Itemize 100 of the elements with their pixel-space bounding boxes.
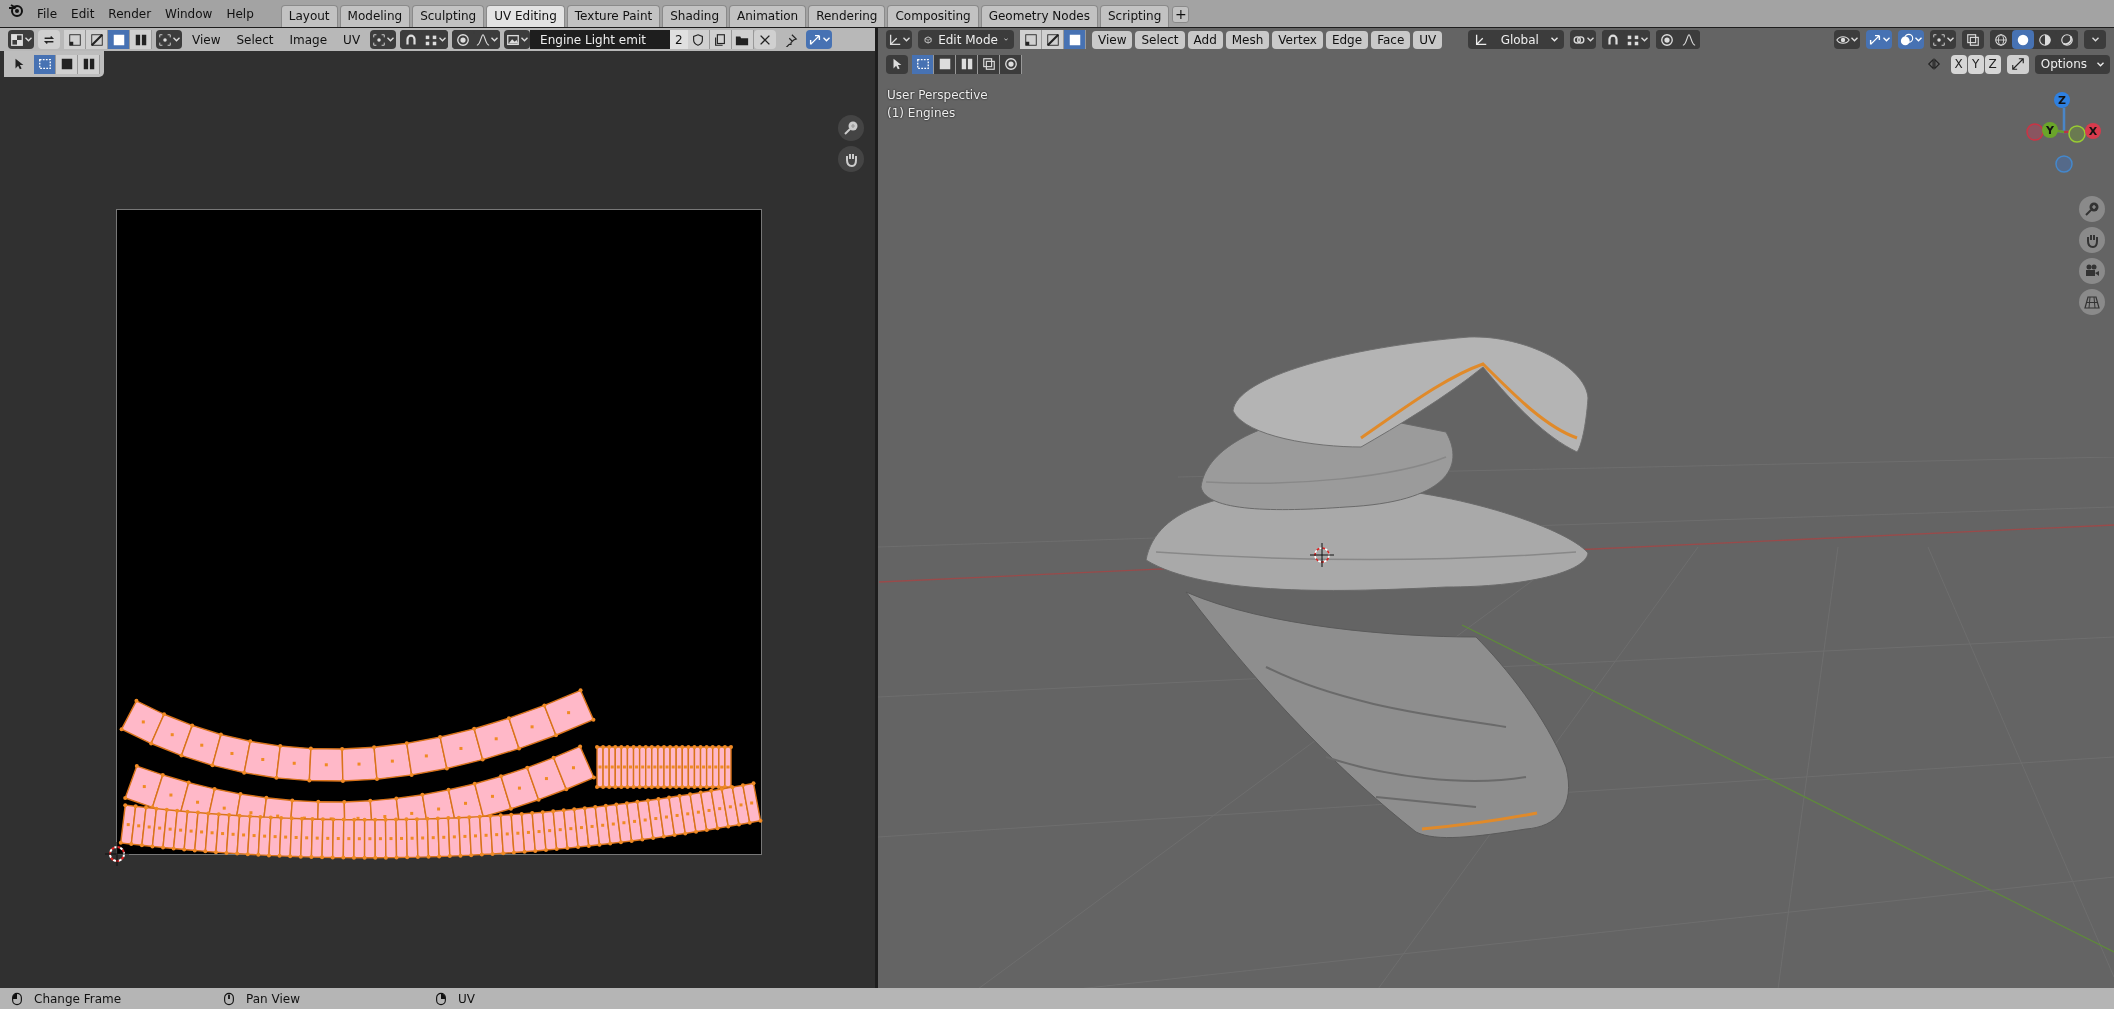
options-dropdown[interactable]: Options [2034,54,2110,74]
zoom-icon [2084,201,2100,217]
menu-item[interactable]: Edge [1325,30,1369,49]
pivot-icon [372,32,387,47]
editor-type-button[interactable] [886,30,912,49]
edge-mode-icon [89,32,104,47]
half-sphere-icon [2038,32,2052,47]
menu-item[interactable]: Render [101,5,159,23]
snap-target-button[interactable] [422,30,449,49]
overlay-button[interactable] [1898,30,1924,49]
workspace-tab[interactable]: Scripting [1099,5,1170,27]
menu-item[interactable]: File [30,5,65,23]
select-mode-button[interactable] [1064,30,1086,49]
workspace-tab[interactable]: Texture Paint [566,5,661,27]
shaded-sphere-icon [2060,32,2074,47]
chevron-icon [2097,61,2104,67]
mode-dropdown[interactable]: Edit Mode [918,30,1014,49]
gizmo-button[interactable] [1866,30,1892,49]
hand-icon [2084,232,2100,248]
axis-label: Y [2046,124,2054,137]
xray-icon [1966,32,1980,47]
shading-button[interactable] [2012,30,2034,49]
chevron-icon [822,37,830,42]
mirror-icon [1926,57,1941,71]
mesh-overlay-button[interactable] [1930,30,1956,49]
unlink-button[interactable] [753,30,776,49]
select-mode-button[interactable] [108,30,130,49]
menu-item[interactable]: Window [158,5,220,23]
perspective-toggle[interactable] [2079,289,2105,315]
wireframe-sphere-icon [1994,32,2008,47]
menu-item[interactable]: Help [219,5,261,23]
workspace-tab[interactable]: Sculpting [412,5,485,27]
add-tab-button[interactable]: + [1172,6,1190,23]
mode-button[interactable] [912,54,934,74]
menu-item[interactable]: Face [1371,30,1411,49]
viewport-info-text: User Perspective [887,88,988,102]
zoom-button[interactable] [838,115,864,141]
sync-button[interactable] [38,30,60,49]
axes-icon [1474,32,1489,47]
workspace-tab[interactable]: UV Editing [486,5,565,27]
island-mode-icon [81,57,96,71]
ring-icon [1003,57,1018,71]
select-mode-button[interactable] [64,30,86,49]
pan-button[interactable] [838,146,864,172]
gizmo-button[interactable] [805,30,832,49]
box-select-icon [915,57,930,71]
menu-item[interactable]: Select [230,30,280,49]
falloff-button[interactable] [474,30,501,49]
menu-item[interactable]: Select [1135,30,1185,49]
workspace-tab[interactable]: Rendering [808,5,886,27]
axis-toggle[interactable]: Z [1984,54,2001,74]
island-mode-icon [959,57,974,71]
mouse-icon [10,990,24,1007]
editor-type-button[interactable] [8,30,34,49]
zoom-button[interactable] [2079,196,2105,222]
chevron-icon [439,37,447,42]
menu-item[interactable]: UV [1413,30,1443,49]
magnet-icon [1606,32,1621,47]
merge-icon [2010,57,2025,71]
visibility-button[interactable] [1834,30,1860,49]
snap-button[interactable] [370,30,397,49]
viewport-info-text: (1) Engines [887,106,957,120]
menu-item[interactable]: UV [337,30,367,49]
menu-item[interactable]: Vertex [1272,30,1323,49]
shading-options-button[interactable] [2084,30,2106,49]
orientation-dropdown[interactable]: Global [1468,30,1565,49]
chevron-icon [25,37,32,42]
logo-icon [8,2,24,18]
status-hint: Pan View [246,991,300,1006]
chevron-icon [387,37,395,42]
open-image-button[interactable] [731,30,754,49]
menu-item[interactable]: View [186,30,227,49]
menu-item[interactable]: Add [1187,30,1223,49]
workspace-tab[interactable]: Animation [729,5,807,27]
xray-button[interactable] [1962,30,1984,49]
menu-item[interactable]: Image [283,30,334,49]
axis-label: Z [2058,94,2066,107]
fake-user-button[interactable] [687,30,710,49]
workspace-tab[interactable]: Modeling [339,5,411,27]
merge-button[interactable] [2006,54,2029,74]
menu-item[interactable]: Edit [64,5,102,23]
axis-toggle[interactable]: Y [1967,54,1984,74]
workspace-tab[interactable]: Compositing [887,5,979,27]
gizmo-icon [807,32,822,47]
pivot-button[interactable] [156,30,182,49]
workspace-tab[interactable]: Layout [280,5,338,27]
axis-toggle[interactable]: X [1950,54,1967,74]
menu-item[interactable]: Mesh [1225,30,1270,49]
camera-view-button[interactable] [2079,258,2105,284]
select-mode-button[interactable] [1020,30,1042,49]
pan-button[interactable] [2079,227,2105,253]
menu-item[interactable]: View [1092,30,1133,49]
pivot-button[interactable] [1570,30,1597,49]
image-browse-button[interactable] [504,30,531,49]
tool-button[interactable] [886,54,908,74]
new-image-button[interactable] [709,30,732,49]
workspace-tab[interactable]: Geometry Nodes [980,5,1098,27]
image-name-field[interactable]: Engine Light emit [530,30,671,49]
snap-target-button[interactable] [1624,30,1651,49]
workspace-tab[interactable]: Shading [662,5,727,27]
